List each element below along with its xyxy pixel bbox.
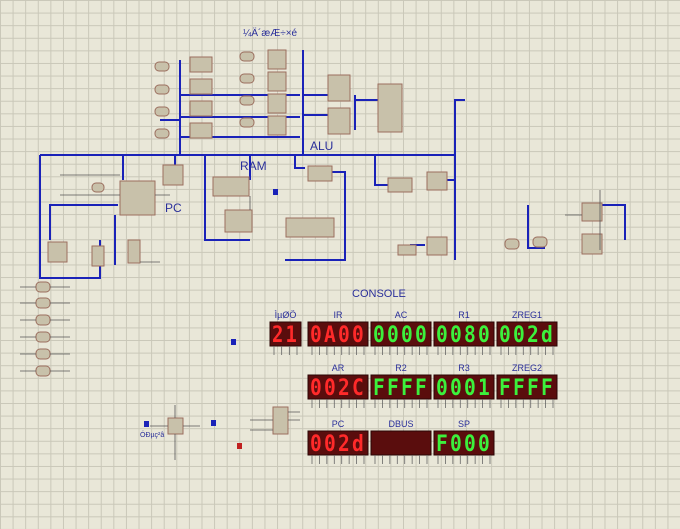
- display-value: 0080: [436, 323, 492, 348]
- display-zreg2: ZREG2 FFFF: [496, 363, 558, 408]
- alu-label: ALU: [310, 139, 333, 153]
- display-value: 002d: [499, 323, 555, 348]
- logic-probes: [144, 189, 278, 449]
- schematic: ¼Ä´æÆ÷×é ALU RAM PC CONSOLE ÓÐµç²â ÌµØÖ 2…: [20, 27, 626, 464]
- display-r1: R1 0080: [433, 310, 495, 355]
- display-label: R2: [395, 363, 407, 373]
- display-pc: PC 002d: [307, 419, 369, 464]
- display-sp: SP F000: [433, 419, 495, 464]
- display-ìµøö: ÌµØÖ 21: [269, 310, 302, 355]
- display-label: ZREG2: [512, 363, 542, 373]
- display-ar: AR 002C: [307, 363, 369, 408]
- probe-icon: [211, 420, 216, 426]
- ram-label: RAM: [240, 159, 267, 173]
- display-value: 21: [272, 323, 299, 348]
- display-value: 0000: [373, 323, 429, 348]
- display-ir: IR 0A00: [307, 310, 369, 355]
- display-label: SP: [458, 419, 470, 429]
- display-label: PC: [332, 419, 345, 429]
- probe-icon: [237, 443, 242, 449]
- display-value: 0001: [436, 376, 492, 401]
- bottom-left-label: ÓÐµç²â: [140, 430, 164, 439]
- display-label: DBUS: [388, 419, 413, 429]
- schematic-canvas[interactable]: ¼Ä´æÆ÷×é ALU RAM PC CONSOLE ÓÐµç²â ÌµØÖ 2…: [0, 0, 680, 529]
- pc-label: PC: [165, 201, 182, 215]
- display-r2: R2 FFFF: [370, 363, 432, 408]
- console-label: CONSOLE: [352, 288, 406, 300]
- probe-icon: [273, 189, 278, 195]
- display-label: IR: [334, 310, 344, 320]
- display-value: 002C: [310, 376, 366, 401]
- probe-icon: [144, 421, 149, 427]
- display-ac: AC 0000: [370, 310, 432, 355]
- display-value: FFFF: [499, 376, 555, 401]
- display-label: AC: [395, 310, 408, 320]
- display-label: R3: [458, 363, 470, 373]
- display-label: ZREG1: [512, 310, 542, 320]
- display-value: FFFF: [373, 376, 429, 401]
- console-displays: ÌµØÖ21IR0A00AC0000R10080ZREG1002dAR002CR…: [269, 310, 558, 464]
- display-zreg1: ZREG1 002d: [496, 310, 558, 355]
- display-label: AR: [332, 363, 345, 373]
- display-value: 0A00: [310, 323, 366, 348]
- probe-icon: [231, 339, 236, 345]
- display-dbus: DBUS: [370, 419, 432, 464]
- display-r3: R3 0001: [433, 363, 495, 408]
- display-label: R1: [458, 310, 470, 320]
- register-group-label: ¼Ä´æÆ÷×é: [243, 27, 298, 39]
- display-panel: [370, 430, 432, 456]
- display-value: 002d: [310, 432, 366, 457]
- display-value: F000: [436, 432, 492, 457]
- display-label: ÌµØÖ: [275, 310, 297, 320]
